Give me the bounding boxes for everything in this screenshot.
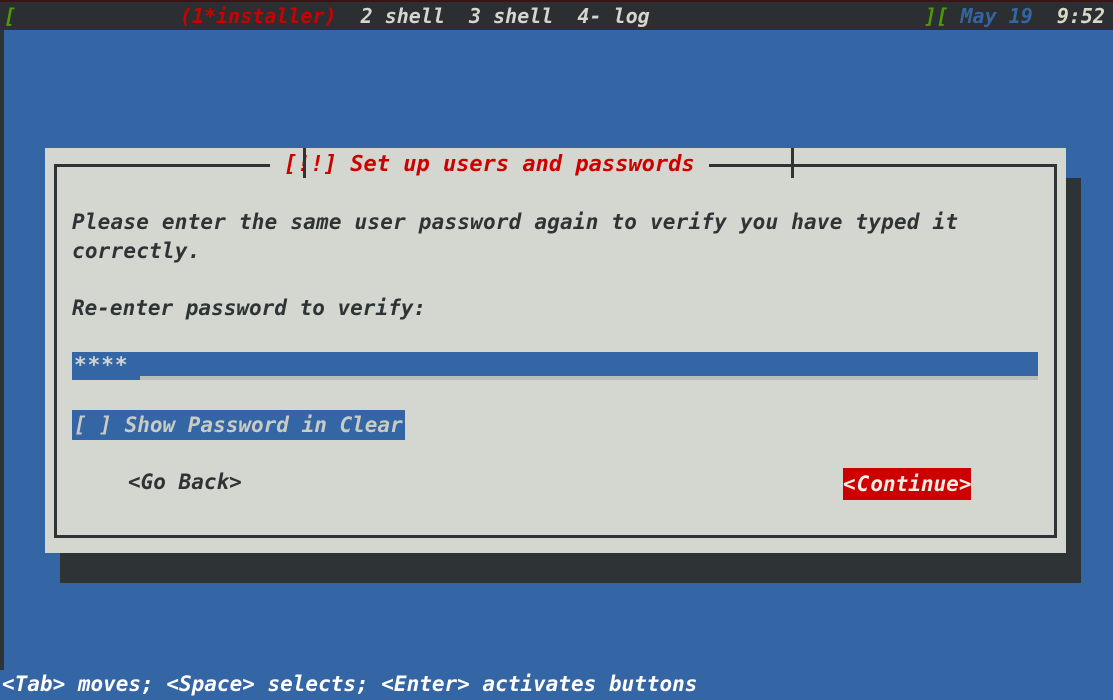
keyboard-help-line: <Tab> moves; <Space> selects; <Enter> ac…: [2, 672, 698, 696]
continue-button-prefix: <: [843, 472, 856, 496]
tmux-date: May 19: [960, 4, 1033, 28]
continue-button[interactable]: <Continue>: [843, 468, 972, 500]
continue-button-rest: ontinue>: [870, 472, 972, 496]
dialog-content: Please enter the same user password agai…: [45, 148, 1066, 553]
dialog-title-tick-right: [791, 148, 794, 178]
tmux-space-1: [948, 4, 960, 28]
password-field-label: Re-enter password to verify:: [72, 296, 427, 320]
go-back-button[interactable]: <Go Back>: [128, 470, 242, 494]
tmux-clock: 9:52: [1056, 4, 1105, 28]
tmux-window-log-4[interactable]: 4- log: [577, 4, 649, 28]
tmux-window-sep-1: [337, 4, 361, 28]
tmux-window-list: (1*installer) 2 shell 3 shell 4- log: [180, 4, 650, 28]
continue-button-hotkey: C: [855, 472, 871, 496]
password-input-value: ****: [74, 353, 129, 377]
tmux-left-bracket: [: [4, 4, 17, 28]
dialog-title: [!!] Set up users and passwords: [270, 148, 709, 182]
tmux-window-sep-3: [553, 4, 577, 28]
dialog-intro-text: Please enter the same user password agai…: [72, 210, 959, 263]
tmux-window-shell-2[interactable]: 2 shell: [361, 4, 445, 28]
installer-backdrop: Please enter the same user password agai…: [0, 30, 1113, 700]
tmux-space-2: [1033, 4, 1057, 28]
tmux-window-shell-3[interactable]: 3 shell: [469, 4, 553, 28]
tmux-status-bar: [ (1*installer) 2 shell 3 shell 4- log ]…: [0, 0, 1113, 30]
terminal-left-gutter: [0, 30, 4, 670]
tmux-window-installer[interactable]: (1*installer): [180, 4, 337, 28]
dialog-title-tick-left: [303, 148, 306, 178]
tmux-right-brackets: ][: [924, 4, 949, 28]
show-password-checkbox[interactable]: [ ] Show Password in Clear: [72, 410, 405, 440]
password-input-underline: [140, 376, 1038, 380]
tmux-window-sep-2: [445, 4, 469, 28]
setup-users-passwords-dialog: Please enter the same user password agai…: [45, 148, 1066, 553]
tmux-right-section: ][ May 19 9:52: [924, 4, 1105, 28]
